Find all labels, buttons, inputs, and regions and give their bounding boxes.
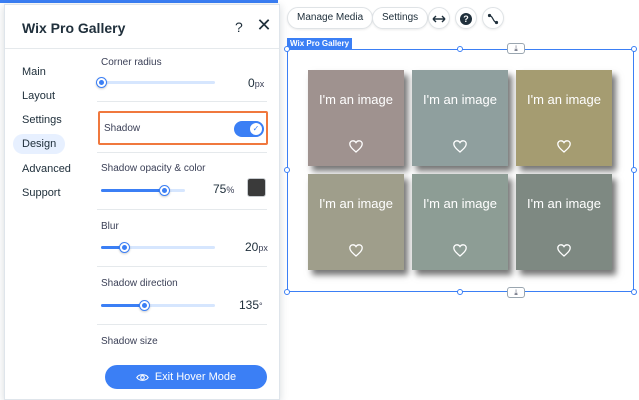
divider (97, 209, 267, 210)
shadow-toggle-row: Shadow ✓ (98, 111, 268, 145)
shadow-label: Shadow (104, 123, 141, 134)
divider (97, 324, 267, 325)
nav-item-main[interactable]: Main (13, 62, 55, 82)
download-arrow-icon[interactable]: ⤓ (507, 287, 525, 298)
gallery-item[interactable]: I'm an image (412, 174, 508, 270)
help-button[interactable]: ? (235, 19, 243, 35)
corner-radius-unit: px (254, 79, 265, 89)
shadow-size-label: Shadow size (101, 336, 158, 347)
gallery-settings-panel: Wix Pro Gallery ? ✕ Main Layout Settings… (4, 4, 280, 400)
connect-icon[interactable] (482, 7, 504, 29)
resize-handle-bottom-right[interactable] (631, 289, 637, 295)
corner-radius-value: 0px (248, 76, 265, 90)
eye-icon (136, 374, 149, 381)
resize-handle-top-left[interactable] (284, 46, 290, 52)
resize-handle-right[interactable] (631, 167, 637, 173)
heart-icon[interactable] (453, 140, 467, 153)
heart-icon[interactable] (557, 244, 571, 257)
design-settings-content: Corner radius 0px Shadow ✓ Shadow opacit… (87, 49, 279, 399)
gallery-item-title: I'm an image (422, 92, 497, 107)
corner-radius-slider[interactable] (96, 77, 215, 88)
gallery-item-title: I'm an image (318, 92, 393, 107)
gallery-item-title: I'm an image (526, 196, 601, 211)
gallery-item-title: I'm an image (526, 92, 601, 107)
shadow-direction-slider-handle[interactable] (138, 300, 150, 311)
top-accent-bar (0, 0, 278, 3)
shadow-opacity-label: Shadow opacity & color (101, 163, 206, 174)
gallery-item-title: I'm an image (422, 196, 497, 211)
resize-handle-left[interactable] (284, 167, 290, 173)
shadow-opacity-slider[interactable] (101, 185, 185, 196)
gallery-item[interactable]: I'm an image (412, 70, 508, 166)
exit-hover-mode-label: Exit Hover Mode (154, 371, 237, 383)
resize-handle-top[interactable] (457, 46, 463, 52)
blur-label: Blur (101, 221, 119, 232)
close-button[interactable]: ✕ (255, 16, 273, 34)
resize-handle-top-right[interactable] (631, 46, 637, 52)
blur-slider[interactable] (101, 242, 215, 253)
download-arrow-icon[interactable]: ⤓ (507, 43, 525, 54)
panel-nav: Main Layout Settings Design Advanced Sup… (5, 49, 87, 399)
nav-item-support[interactable]: Support (13, 183, 70, 203)
nav-item-advanced[interactable]: Advanced (13, 159, 80, 179)
check-icon: ✓ (250, 123, 262, 135)
shadow-direction-unit: ° (259, 301, 263, 311)
divider (97, 101, 267, 102)
panel-header: Wix Pro Gallery ? ✕ (5, 5, 279, 49)
blur-unit: px (258, 243, 268, 253)
shadow-color-swatch[interactable] (247, 178, 266, 197)
divider (97, 152, 267, 153)
corner-radius-slider-handle[interactable] (96, 77, 107, 88)
gallery-item[interactable]: I'm an image (308, 70, 404, 166)
heart-icon[interactable] (349, 140, 363, 153)
exit-hover-mode-button[interactable]: Exit Hover Mode (105, 365, 267, 389)
nav-item-design[interactable]: Design (13, 134, 66, 154)
gallery-item[interactable]: I'm an image (516, 70, 612, 166)
nav-item-settings[interactable]: Settings (13, 110, 71, 130)
blur-slider-handle[interactable] (118, 242, 130, 253)
heart-icon[interactable] (349, 244, 363, 257)
nav-item-layout[interactable]: Layout (13, 86, 64, 106)
arrows-horizontal-icon[interactable] (428, 7, 450, 29)
heart-icon[interactable] (453, 244, 467, 257)
manage-media-button[interactable]: Manage Media (287, 7, 374, 29)
shadow-direction-value: 135° (239, 298, 263, 312)
question-circle-icon[interactable]: ? (455, 7, 477, 29)
shadow-opacity-value: 75% (213, 182, 235, 196)
settings-button[interactable]: Settings (372, 7, 429, 29)
shadow-direction-slider[interactable] (101, 300, 215, 311)
gallery-selection-label: Wix Pro Gallery (287, 38, 353, 49)
shadow-opacity-slider-handle[interactable] (159, 185, 170, 196)
heart-icon[interactable] (557, 140, 571, 153)
resize-handle-bottom-left[interactable] (284, 289, 290, 295)
blur-value: 20px (245, 240, 268, 254)
shadow-toggle[interactable]: ✓ (234, 121, 264, 137)
panel-title: Wix Pro Gallery (22, 20, 126, 36)
resize-handle-bottom[interactable] (457, 289, 463, 295)
gallery-item[interactable]: I'm an image (516, 174, 612, 270)
shadow-opacity-unit: % (226, 185, 235, 195)
divider (97, 266, 267, 267)
corner-radius-label: Corner radius (101, 57, 162, 68)
gallery-item[interactable]: I'm an image (308, 174, 404, 270)
gallery-item-title: I'm an image (318, 196, 393, 211)
shadow-direction-label: Shadow direction (101, 278, 178, 289)
